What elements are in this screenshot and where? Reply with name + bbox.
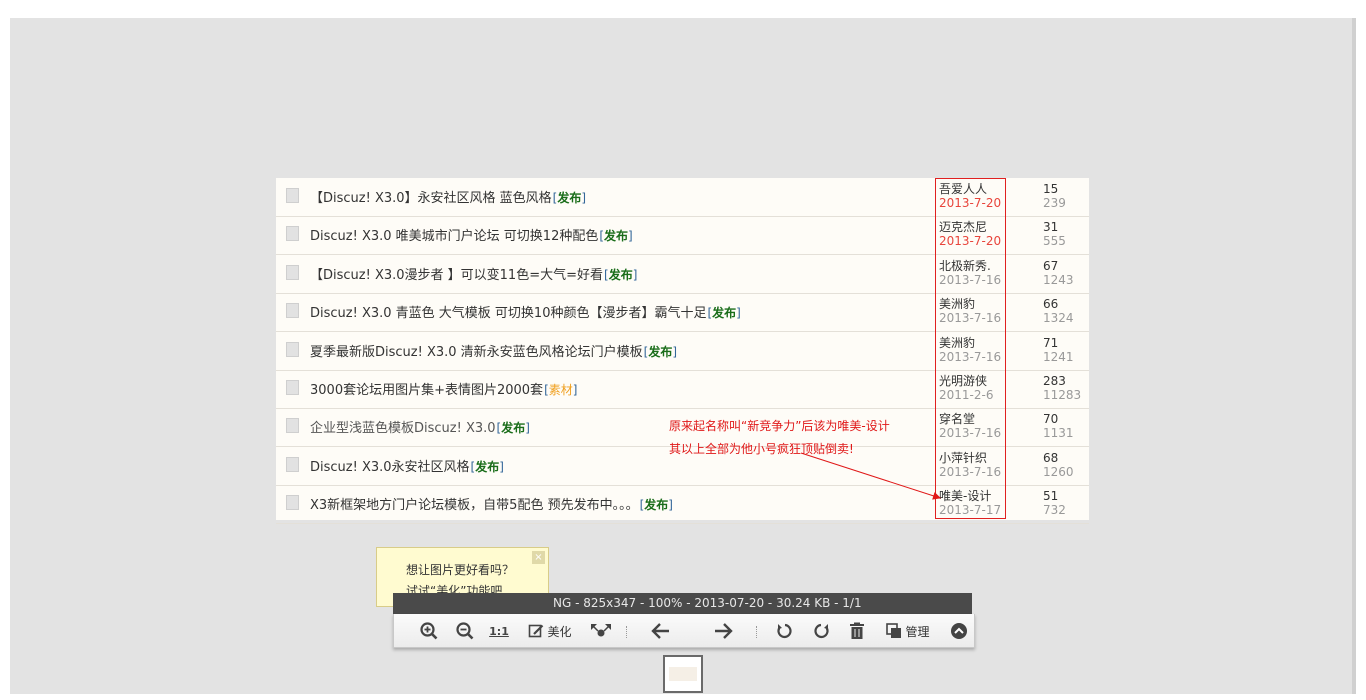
delete-button[interactable]: [846, 620, 868, 642]
chevron-up-icon: [951, 623, 967, 639]
rotate-left-button[interactable]: [774, 620, 796, 642]
image-info-bar: NG - 825x347 - 100% - 2013-07-20 - 30.24…: [393, 593, 972, 614]
actual-size-button[interactable]: 1:1: [488, 620, 510, 642]
zoom-out-icon: [456, 622, 474, 640]
beautify-label: 美化: [547, 624, 572, 639]
annotation-arrow: [800, 452, 941, 500]
tip-line-1: 想让图片更好看吗？: [406, 563, 515, 577]
zoom-in-button[interactable]: [418, 620, 440, 642]
next-button[interactable]: [712, 620, 734, 642]
arrow-right-icon: [715, 623, 733, 639]
arrow-left-icon: [651, 623, 669, 639]
fullscreen-button[interactable]: [588, 620, 614, 642]
expand-icon: [591, 624, 611, 637]
previous-button[interactable]: [650, 620, 672, 642]
scrollbar[interactable]: [1352, 18, 1356, 694]
image-viewer: 【Discuz! X3.0】永安社区风格 蓝色风格[发布] 吾爱人人 2013-7-…: [10, 18, 1356, 694]
screenshot-image: 【Discuz! X3.0】永安社区风格 蓝色风格[发布] 吾爱人人 2013-7-…: [276, 178, 1089, 525]
zoom-out-button[interactable]: [454, 620, 476, 642]
beautify-button[interactable]: 美化: [526, 620, 574, 642]
rotate-right-icon: [814, 623, 829, 639]
trash-icon: [850, 622, 864, 639]
rotate-right-button[interactable]: [810, 620, 832, 642]
rotate-left-icon: [777, 623, 792, 639]
thumbnail[interactable]: [663, 655, 703, 693]
viewer-toolbar: 1:1 美化 管理: [393, 614, 975, 648]
manage-label: 管理: [905, 624, 930, 639]
zoom-in-icon: [420, 622, 438, 640]
manage-button[interactable]: 管理: [884, 620, 932, 642]
thumbnail-preview: [669, 667, 697, 681]
toolbar-separator: [756, 626, 759, 638]
edit-icon: [529, 624, 544, 638]
collapse-button[interactable]: [948, 620, 970, 642]
tip-close-icon[interactable]: ×: [532, 551, 545, 564]
manage-icon: [886, 623, 902, 638]
toolbar-separator: [626, 626, 629, 638]
